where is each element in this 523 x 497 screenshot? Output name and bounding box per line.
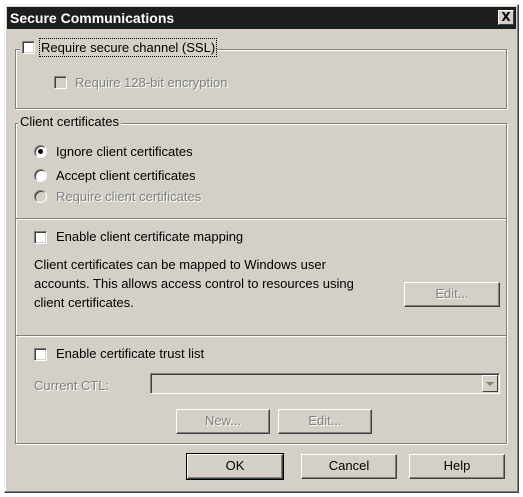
enable-ctl-label[interactable]: Enable certificate trust list xyxy=(56,346,204,361)
current-ctl-dropdown[interactable] xyxy=(150,373,500,394)
help-button[interactable]: Help xyxy=(409,454,505,479)
require-128bit-label: Require 128-bit encryption xyxy=(75,75,228,90)
cancel-button[interactable]: Cancel xyxy=(301,454,397,479)
close-icon: X xyxy=(501,10,511,24)
client-certificates-legend: Client certificates xyxy=(18,114,121,129)
mapping-desc-line-1: Client certificates can be mapped to Win… xyxy=(34,257,326,272)
ssl-legend[interactable]: Require secure channel (SSL) xyxy=(20,38,218,57)
edit-ctl-button[interactable]: Edit... xyxy=(278,409,372,434)
accept-certs-radio[interactable] xyxy=(34,169,47,182)
mapping-desc-line-2: accounts. This allows access control to … xyxy=(34,276,354,291)
new-ctl-button[interactable]: New... xyxy=(176,409,270,434)
radio-selected-dot xyxy=(38,149,43,154)
require-128bit-checkbox[interactable] xyxy=(54,76,67,89)
separator-1 xyxy=(16,218,506,220)
current-ctl-label: Current CTL: xyxy=(34,378,110,393)
require-certs-label: Require client certificates xyxy=(56,189,202,204)
mapping-desc-line-3: client certificates. xyxy=(34,295,134,310)
ssl-group: Require secure channel (SSL) Require 128… xyxy=(15,38,507,109)
separator-2 xyxy=(16,335,506,337)
dialog-window: Secure Communications X Require secure c… xyxy=(4,4,519,493)
require-certs-radio[interactable] xyxy=(34,190,47,203)
window-title: Secure Communications xyxy=(10,10,175,26)
enable-mapping-label[interactable]: Enable client certificate mapping xyxy=(56,229,243,244)
accept-certs-label[interactable]: Accept client certificates xyxy=(56,168,195,183)
close-button[interactable]: X xyxy=(498,10,514,25)
ignore-certs-label[interactable]: Ignore client certificates xyxy=(56,144,193,159)
ignore-certs-radio[interactable] xyxy=(34,145,47,158)
ok-button[interactable]: OK xyxy=(186,453,284,480)
mapping-description: Client certificates can be mapped to Win… xyxy=(34,255,354,312)
require-ssl-checkbox[interactable] xyxy=(22,41,35,54)
title-bar[interactable]: Secure Communications X xyxy=(7,7,516,29)
client-certificates-group: Client certificates Ignore client certif… xyxy=(15,114,507,444)
require-ssl-label[interactable]: Require secure channel (SSL) xyxy=(38,38,218,57)
enable-ctl-checkbox[interactable] xyxy=(34,348,47,361)
dropdown-arrow-icon[interactable] xyxy=(482,375,498,392)
mapping-edit-button[interactable]: Edit... xyxy=(404,282,500,307)
enable-mapping-checkbox[interactable] xyxy=(34,231,47,244)
